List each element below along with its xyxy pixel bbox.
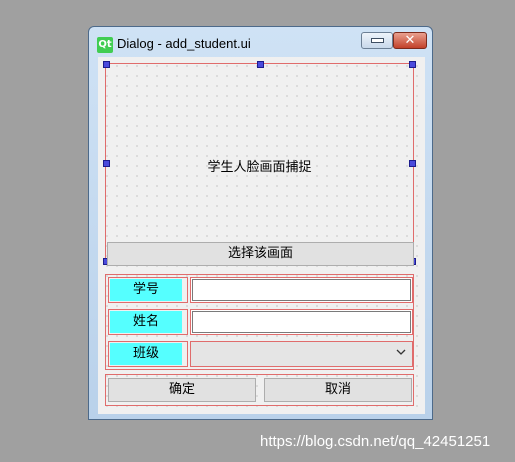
qt-app-icon: Qt: [97, 37, 113, 53]
watermark-text: https://blog.csdn.net/qq_42451251: [260, 433, 491, 450]
dialog-window: Qt Dialog - add_student.ui ✕ 学生人脸画面捕捉 选择…: [88, 26, 433, 420]
dialog-form-canvas: 学生人脸画面捕捉 选择该画面 学号 姓名 班级 确定 取消: [98, 57, 425, 414]
student-name-input-value: [192, 311, 411, 333]
face-capture-label-frame[interactable]: 学生人脸画面捕捉: [103, 61, 416, 265]
resize-handle-left[interactable]: [103, 160, 110, 167]
close-icon: ✕: [404, 33, 416, 48]
minimize-button[interactable]: [361, 32, 393, 49]
title-bar[interactable]: Qt Dialog - add_student.ui ✕: [89, 27, 432, 57]
face-capture-label: 学生人脸画面捕捉: [207, 160, 312, 175]
student-name-label: 姓名: [110, 311, 182, 333]
resize-handle-top-right[interactable]: [409, 61, 416, 68]
select-frame-button[interactable]: 选择该画面: [107, 242, 414, 266]
student-class-label: 班级: [110, 343, 182, 365]
student-name-row: 姓名: [108, 309, 413, 335]
close-button[interactable]: ✕: [393, 32, 427, 49]
action-buttons-frame: 确定 取消: [105, 374, 414, 406]
window-title: Dialog - add_student.ui: [117, 36, 251, 51]
minimize-icon: [370, 38, 384, 43]
student-class-label-frame: 班级: [108, 341, 188, 367]
student-id-input[interactable]: [190, 277, 413, 303]
chevron-down-icon: [396, 346, 406, 360]
student-name-label-frame: 姓名: [108, 309, 188, 335]
student-id-row: 学号: [108, 277, 413, 303]
student-name-input[interactable]: [190, 309, 413, 335]
student-class-row: 班级: [108, 341, 413, 367]
student-info-form: 学号 姓名 班级: [105, 274, 414, 370]
resize-handle-right[interactable]: [409, 160, 416, 167]
resize-handle-top-left[interactable]: [103, 61, 110, 68]
cancel-button[interactable]: 取消: [264, 378, 412, 402]
resize-handle-top[interactable]: [257, 61, 264, 68]
student-id-input-value: [192, 279, 411, 301]
student-class-select[interactable]: [190, 341, 413, 367]
student-id-label: 学号: [110, 279, 182, 301]
student-id-label-frame: 学号: [108, 277, 188, 303]
ok-button[interactable]: 确定: [108, 378, 256, 402]
